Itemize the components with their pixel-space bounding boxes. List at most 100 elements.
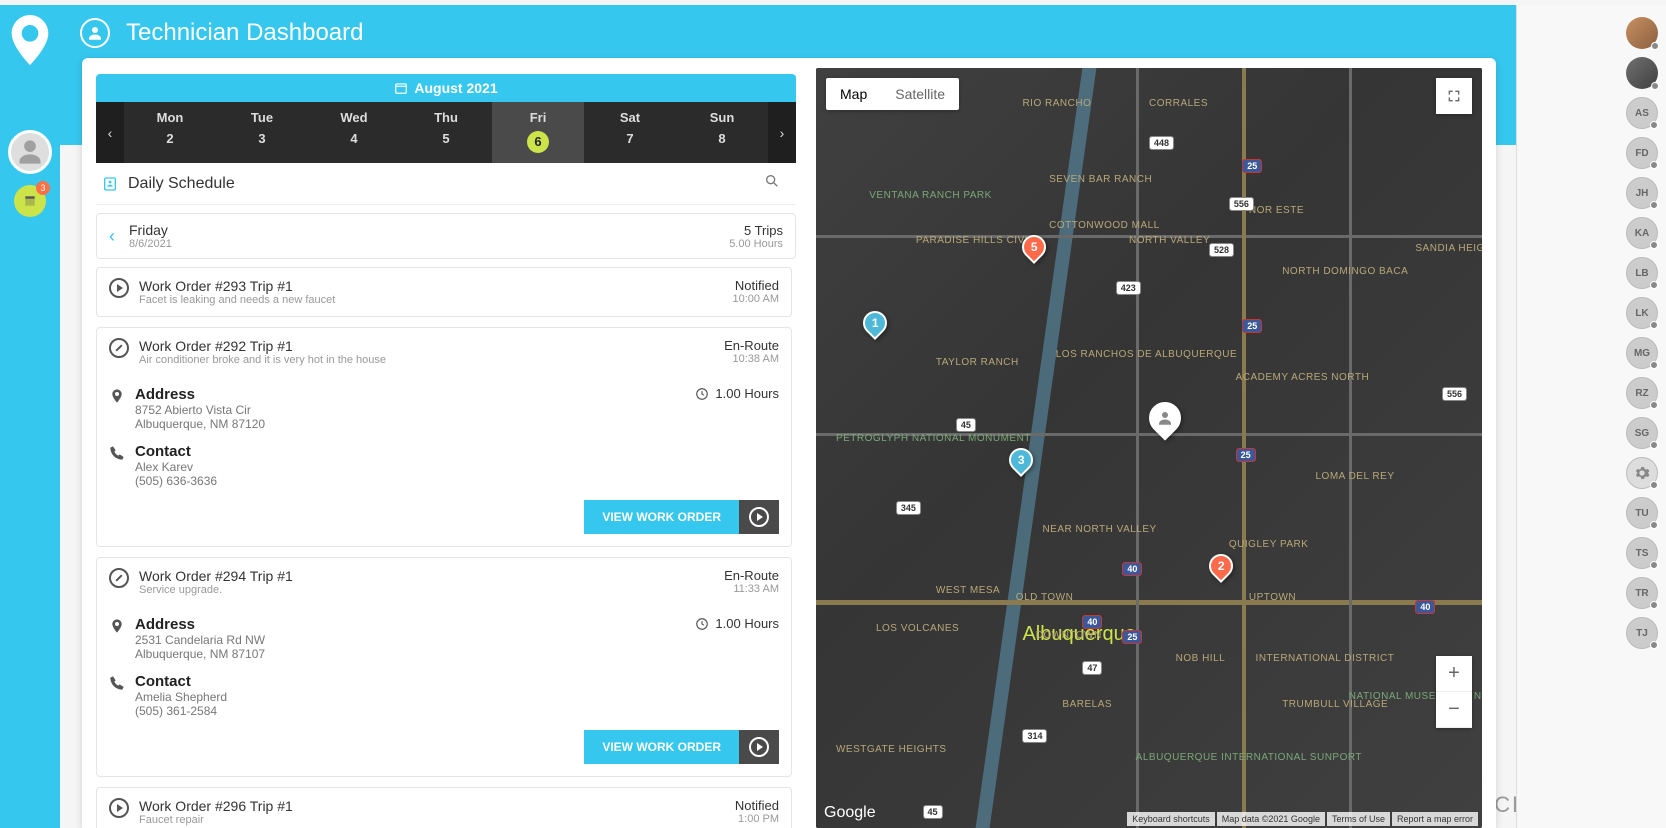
work-order-list[interactable]: Work Order #293 Trip #1Facet is leaking … bbox=[96, 267, 796, 828]
status-icon bbox=[109, 338, 129, 358]
week-day-sun[interactable]: Sun8 bbox=[676, 102, 768, 163]
map-type-satellite[interactable]: Satellite bbox=[881, 78, 959, 110]
map-label: Near North Valley bbox=[1042, 524, 1156, 535]
map-label: Quigley Park bbox=[1229, 539, 1309, 550]
search-icon[interactable] bbox=[764, 173, 790, 194]
map-fullscreen[interactable] bbox=[1436, 78, 1472, 114]
map-label: Albuquerque International Sunport bbox=[1136, 752, 1362, 763]
map-label: Sandia Heights bbox=[1415, 243, 1482, 254]
route-shield: 40 bbox=[1122, 562, 1142, 576]
week-day-mon[interactable]: Mon2 bbox=[124, 102, 216, 163]
presence-user[interactable] bbox=[1626, 57, 1658, 89]
presence-user[interactable]: TS bbox=[1626, 537, 1658, 569]
presence-user[interactable]: KA bbox=[1626, 217, 1658, 249]
wo-desc: Service upgrade. bbox=[139, 584, 293, 596]
wo-title: Work Order #294 Trip #1 bbox=[139, 568, 293, 584]
map-legal-link[interactable]: Report a map error bbox=[1392, 812, 1478, 826]
presence-user[interactable]: LB bbox=[1626, 257, 1658, 289]
week-day-tue[interactable]: Tue3 bbox=[216, 102, 308, 163]
week-day-wed[interactable]: Wed4 bbox=[308, 102, 400, 163]
map-panel: Albuquerque Rio RanchoCorralesVentana Ra… bbox=[816, 68, 1482, 828]
map-label: Los Volcanes bbox=[876, 623, 959, 634]
presence-user[interactable]: AS bbox=[1626, 97, 1658, 129]
start-work-order-button[interactable] bbox=[739, 730, 779, 764]
presence-user[interactable]: RZ bbox=[1626, 377, 1658, 409]
work-order-header[interactable]: Work Order #294 Trip #1Service upgrade. E… bbox=[97, 558, 791, 606]
map-label: Taylor Ranch bbox=[936, 357, 1019, 368]
month-bar[interactable]: August 2021 bbox=[96, 74, 796, 102]
map-label: Westgate Heights bbox=[836, 744, 947, 755]
route-shield: 423 bbox=[1116, 281, 1141, 295]
week-strip: ‹ Mon2Tue3Wed4Thu5Fri6Sat7Sun8 › bbox=[96, 102, 796, 163]
main-card: August 2021 ‹ Mon2Tue3Wed4Thu5Fri6Sat7Su… bbox=[82, 58, 1496, 828]
map-legal-link[interactable]: Keyboard shortcuts bbox=[1127, 812, 1215, 826]
route-shield: 47 bbox=[1082, 661, 1102, 675]
presence-user[interactable]: LK bbox=[1626, 297, 1658, 329]
map-type-switch: Map Satellite bbox=[826, 78, 959, 110]
map-canvas[interactable]: Albuquerque Rio RanchoCorralesVentana Ra… bbox=[816, 68, 1482, 828]
map-label: Loma Del Rey bbox=[1316, 471, 1395, 482]
map-label: Academy Acres North bbox=[1236, 372, 1370, 383]
presence-user[interactable]: MG bbox=[1626, 337, 1658, 369]
week-day-thu[interactable]: Thu5 bbox=[400, 102, 492, 163]
view-work-order-button[interactable]: VIEW WORK ORDER bbox=[584, 500, 739, 534]
route-shield: 25 bbox=[1242, 319, 1262, 333]
person-icon bbox=[80, 18, 110, 48]
work-order-header[interactable]: Work Order #292 Trip #1Air conditioner b… bbox=[97, 328, 791, 376]
week-day-sat[interactable]: Sat7 bbox=[584, 102, 676, 163]
summary-date: 8/6/2021 bbox=[129, 238, 172, 250]
presence-user[interactable]: TJ bbox=[1626, 617, 1658, 649]
summary-trips: 5 Trips bbox=[729, 223, 783, 238]
start-work-order-button[interactable] bbox=[739, 500, 779, 534]
wo-time: 11:33 AM bbox=[724, 583, 779, 595]
map-legal-link[interactable]: Terms of Use bbox=[1327, 812, 1390, 826]
wo-title: Work Order #296 Trip #1 bbox=[139, 798, 293, 814]
map-type-map[interactable]: Map bbox=[826, 78, 881, 110]
page-title: Technician Dashboard bbox=[126, 19, 363, 47]
notification-badge[interactable]: 3 bbox=[14, 185, 46, 217]
map-legal: Keyboard shortcutsMap data ©2021 GoogleT… bbox=[1127, 812, 1478, 826]
map-label: Rio Rancho bbox=[1022, 98, 1091, 109]
route-shield: 556 bbox=[1229, 197, 1254, 211]
week-prev[interactable]: ‹ bbox=[96, 102, 124, 163]
week-next[interactable]: › bbox=[768, 102, 796, 163]
map-label: Los Ranchos De Albuquerque bbox=[1056, 349, 1237, 360]
wo-status: En-Route bbox=[724, 568, 779, 583]
work-order-header[interactable]: Work Order #296 Trip #1Faucet repairNoti… bbox=[97, 788, 791, 828]
map-label: North Valley bbox=[1129, 235, 1210, 246]
map-label: Nob Hill bbox=[1176, 653, 1226, 664]
wo-status: Notified bbox=[733, 278, 779, 293]
month-label: August 2021 bbox=[414, 80, 497, 96]
week-day-fri[interactable]: Fri6 bbox=[492, 102, 584, 163]
work-order: Work Order #292 Trip #1Air conditioner b… bbox=[96, 327, 792, 547]
presence-user[interactable] bbox=[1626, 457, 1658, 489]
presence-user[interactable]: TU bbox=[1626, 497, 1658, 529]
badge-icon bbox=[102, 176, 118, 192]
route-shield: 528 bbox=[1209, 243, 1234, 257]
view-work-order-button[interactable]: VIEW WORK ORDER bbox=[584, 730, 739, 764]
route-shield: 25 bbox=[1242, 159, 1262, 173]
presence-user[interactable]: FD bbox=[1626, 137, 1658, 169]
back-icon[interactable]: ‹ bbox=[109, 226, 129, 247]
daily-header: Daily Schedule bbox=[96, 163, 796, 205]
map-label: Nor Este bbox=[1249, 205, 1304, 216]
map-label: Paradise Hills Civic bbox=[916, 235, 1036, 246]
user-avatar[interactable] bbox=[8, 130, 52, 174]
route-shield: 45 bbox=[923, 805, 943, 819]
presence-user[interactable]: JH bbox=[1626, 177, 1658, 209]
zoom-out[interactable]: − bbox=[1436, 692, 1472, 728]
presence-user[interactable] bbox=[1626, 17, 1658, 49]
route-shield: 25 bbox=[1122, 630, 1142, 644]
route-shield: 40 bbox=[1415, 600, 1435, 614]
presence-user[interactable]: TR bbox=[1626, 577, 1658, 609]
zoom-in[interactable]: + bbox=[1436, 656, 1472, 692]
presence-rail: AS FD JH KA LB LK MG RZ SG TU TS TR TJ bbox=[1516, 5, 1666, 828]
work-order-header[interactable]: Work Order #293 Trip #1Facet is leaking … bbox=[97, 268, 791, 316]
route-shield: 314 bbox=[1022, 729, 1047, 743]
wo-time: 10:00 AM bbox=[733, 293, 779, 305]
map-legal-link[interactable]: Map data ©2021 Google bbox=[1217, 812, 1325, 826]
map-label: Old Town bbox=[1016, 592, 1074, 603]
presence-user[interactable]: SG bbox=[1626, 417, 1658, 449]
app-logo[interactable] bbox=[0, 5, 60, 75]
badge-count: 3 bbox=[36, 181, 50, 195]
